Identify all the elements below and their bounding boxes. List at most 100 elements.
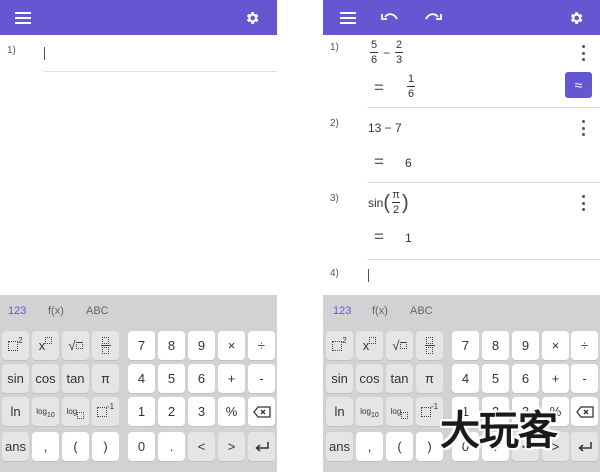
key-divide[interactable]: ÷ xyxy=(571,331,598,360)
key-sqrt[interactable]: √ xyxy=(386,331,413,360)
denominator: 3 xyxy=(395,54,403,66)
key-7[interactable]: 7 xyxy=(128,331,155,360)
tab-123[interactable]: 123 xyxy=(8,305,26,317)
key-logb[interactable]: log xyxy=(386,397,413,426)
key-9[interactable]: 9 xyxy=(512,331,539,360)
keyboard-tabs: 123 f(x) ABC xyxy=(0,295,277,327)
key-comma[interactable]: , xyxy=(356,432,383,461)
key-tan[interactable]: tan xyxy=(386,364,413,393)
row-number: 4) xyxy=(330,268,339,279)
tab-abc[interactable]: ABC xyxy=(86,305,109,317)
key-backspace[interactable] xyxy=(248,397,275,426)
sqrt-icon: √ xyxy=(392,338,400,353)
gear-icon[interactable] xyxy=(241,7,263,29)
key-pi[interactable]: π xyxy=(92,364,119,393)
key-square[interactable]: 2 xyxy=(2,331,29,360)
input-row[interactable]: 4) xyxy=(323,260,600,295)
key-8[interactable]: 8 xyxy=(158,331,185,360)
key-ln[interactable]: ln xyxy=(2,397,29,426)
key-6[interactable]: 6 xyxy=(512,364,539,393)
expression-row[interactable]: 1) 56 − 23 = 16 ≈ xyxy=(323,35,600,108)
key-9[interactable]: 9 xyxy=(188,331,215,360)
key-square[interactable]: 2 xyxy=(326,331,353,360)
tab-fx[interactable]: f(x) xyxy=(372,305,388,317)
approximate-button[interactable]: ≈ xyxy=(565,72,592,98)
gear-icon[interactable] xyxy=(565,7,587,29)
key-1[interactable]: 1 xyxy=(128,397,155,426)
key-cos[interactable]: cos xyxy=(32,364,59,393)
key-ans[interactable]: ans xyxy=(2,432,29,461)
key-4[interactable]: 4 xyxy=(452,364,479,393)
key-3[interactable]: 3 xyxy=(188,397,215,426)
more-options-icon[interactable] xyxy=(580,45,586,61)
expression-row[interactable]: 3) sin ( π2 ) = 1 xyxy=(323,183,600,260)
key-times[interactable]: × xyxy=(542,331,569,360)
key-times[interactable]: × xyxy=(218,331,245,360)
key-power[interactable]: x xyxy=(356,331,383,360)
key-tan[interactable]: tan xyxy=(62,364,89,393)
key-cursor-right[interactable]: > xyxy=(218,432,245,461)
fraction: 23 xyxy=(395,39,404,66)
undo-icon[interactable] xyxy=(379,7,401,29)
key-log10[interactable]: log 10 xyxy=(356,397,383,426)
key-sin[interactable]: sin xyxy=(326,364,353,393)
key-fraction[interactable] xyxy=(416,331,443,360)
key-6[interactable]: 6 xyxy=(188,364,215,393)
key-5[interactable]: 5 xyxy=(482,364,509,393)
fraction: 16 xyxy=(407,73,415,100)
key-inverse[interactable]: -1 xyxy=(416,397,443,426)
key-sqrt[interactable]: √ xyxy=(62,331,89,360)
key-left-paren[interactable]: ( xyxy=(386,432,413,461)
redo-icon[interactable] xyxy=(422,7,444,29)
key-plus[interactable]: + xyxy=(542,364,569,393)
expression-row[interactable]: 2) 13 − 7 = 6 xyxy=(323,108,600,183)
tab-123[interactable]: 123 xyxy=(333,305,351,317)
more-options-icon[interactable] xyxy=(580,120,586,136)
numerator: 5 xyxy=(370,39,378,51)
key-ln[interactable]: ln xyxy=(326,397,353,426)
key-sin[interactable]: sin xyxy=(2,364,29,393)
key-inverse[interactable]: -1 xyxy=(92,397,119,426)
row-number: 1) xyxy=(330,42,339,53)
key-dot[interactable]: . xyxy=(158,432,185,461)
superscript-minus-1: -1 xyxy=(430,402,439,411)
menu-icon[interactable] xyxy=(12,7,34,29)
key-0[interactable]: 0 xyxy=(128,432,155,461)
key-plus[interactable]: + xyxy=(218,364,245,393)
more-options-icon[interactable] xyxy=(580,195,586,211)
key-8[interactable]: 8 xyxy=(482,331,509,360)
key-power[interactable]: x xyxy=(32,331,59,360)
key-left-paren[interactable]: ( xyxy=(62,432,89,461)
algebra-view: 1) 56 − 23 = 16 ≈ 2) 13 − 7 = 6 3) sin (… xyxy=(323,35,600,295)
key-enter[interactable] xyxy=(248,432,275,461)
key-5[interactable]: 5 xyxy=(158,364,185,393)
input-row[interactable]: 1) xyxy=(0,35,277,75)
key-log10[interactable]: log 10 xyxy=(32,397,59,426)
key-backspace[interactable] xyxy=(571,397,598,426)
key-cursor-left[interactable]: < xyxy=(188,432,215,461)
key-comma[interactable]: , xyxy=(32,432,59,461)
key-4[interactable]: 4 xyxy=(128,364,155,393)
key-divide[interactable]: ÷ xyxy=(248,331,275,360)
menu-icon[interactable] xyxy=(337,7,359,29)
equals-sign: = xyxy=(374,227,384,246)
key-minus[interactable]: - xyxy=(248,364,275,393)
key-minus[interactable]: - xyxy=(571,364,598,393)
key-ans[interactable]: ans xyxy=(326,432,353,461)
superscript-minus-1: -1 xyxy=(106,402,115,411)
key-pi[interactable]: π xyxy=(416,364,443,393)
key-fraction[interactable] xyxy=(92,331,119,360)
key-percent[interactable]: % xyxy=(218,397,245,426)
key-2[interactable]: 2 xyxy=(158,397,185,426)
key-7[interactable]: 7 xyxy=(452,331,479,360)
key-enter[interactable] xyxy=(571,432,598,461)
key-right-paren[interactable]: ) xyxy=(416,432,443,461)
equals-sign: = xyxy=(374,78,384,97)
row-number: 2) xyxy=(330,118,339,129)
key-cos[interactable]: cos xyxy=(356,364,383,393)
tab-fx[interactable]: f(x) xyxy=(48,305,64,317)
screen-gap xyxy=(277,0,323,472)
key-right-paren[interactable]: ) xyxy=(92,432,119,461)
key-logb[interactable]: log xyxy=(62,397,89,426)
tab-abc[interactable]: ABC xyxy=(410,305,433,317)
